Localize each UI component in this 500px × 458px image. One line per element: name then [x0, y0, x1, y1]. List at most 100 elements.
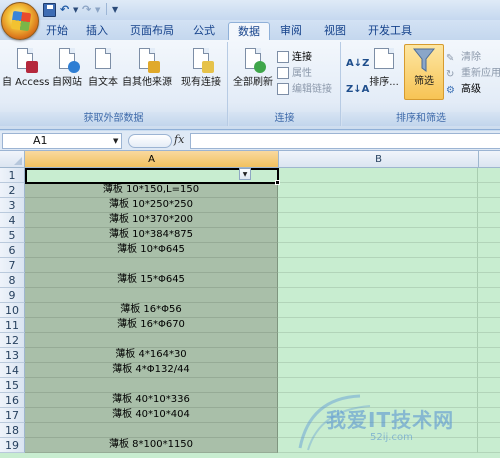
cell-c[interactable] [478, 318, 500, 333]
properties-button[interactable]: 属性 [277, 66, 312, 81]
tab-formulas[interactable]: 公式 [186, 22, 222, 40]
cell-a[interactable]: 薄板 10*250*250 [25, 198, 278, 213]
connections-button[interactable]: 连接 [277, 50, 312, 65]
cell-c[interactable] [478, 258, 500, 273]
formula-bar-expand-handle[interactable] [128, 134, 172, 148]
autofilter-dropdown-icon[interactable]: ▼ [239, 168, 251, 180]
name-box[interactable]: A1 [2, 133, 122, 149]
tab-developer[interactable]: 开发工具 [362, 22, 418, 40]
cell-b[interactable] [278, 423, 478, 438]
cell-a[interactable] [25, 378, 278, 393]
cell-b[interactable] [278, 378, 478, 393]
cell-c[interactable] [478, 438, 500, 453]
cell-a[interactable]: 薄板 4*Φ132/44 [25, 363, 278, 378]
save-icon[interactable] [43, 3, 56, 17]
cell-a[interactable]: 薄板 16*Φ670 [25, 318, 278, 333]
row-header[interactable]: 19 [0, 438, 25, 453]
tab-page-layout[interactable]: 页面布局 [124, 22, 180, 40]
cell-b[interactable] [278, 438, 478, 453]
from-access-button[interactable]: 自 Access [2, 46, 49, 89]
cell-b[interactable] [278, 228, 478, 243]
sort-button[interactable]: 排序... [366, 46, 402, 89]
tab-home[interactable]: 开始 [40, 22, 74, 40]
cell-c[interactable] [478, 378, 500, 393]
row-header[interactable]: 2 [0, 183, 25, 198]
from-other-sources-button[interactable]: 自其他来源 [122, 46, 172, 89]
row-header[interactable]: 11 [0, 318, 25, 333]
row-header[interactable]: 5 [0, 228, 25, 243]
cell-a[interactable] [25, 333, 278, 348]
cell-c[interactable] [478, 393, 500, 408]
cell-c[interactable] [478, 198, 500, 213]
edit-links-button[interactable]: 编辑链接 [277, 82, 332, 97]
cell-b[interactable] [278, 318, 478, 333]
from-web-button[interactable]: 自网站 [50, 46, 84, 89]
row-header[interactable]: 6 [0, 243, 25, 258]
cell-a[interactable] [25, 423, 278, 438]
cell-c[interactable] [478, 348, 500, 363]
redo-icon[interactable]: ↷ [82, 3, 91, 17]
cell-c[interactable] [478, 423, 500, 438]
cell-c[interactable] [478, 213, 500, 228]
insert-function-icon[interactable]: fx [174, 133, 184, 146]
cell-c[interactable] [478, 273, 500, 288]
row-header[interactable]: 7 [0, 258, 25, 273]
cell-b[interactable] [278, 288, 478, 303]
cell-b[interactable] [278, 213, 478, 228]
clear-filter-button[interactable]: ✎ 清除 [446, 50, 481, 65]
row-header[interactable]: 16 [0, 393, 25, 408]
advanced-filter-button[interactable]: ⚙ 高级 [446, 82, 481, 97]
cell-b[interactable] [278, 363, 478, 378]
tab-view[interactable]: 视图 [318, 22, 352, 40]
cell-a[interactable]: 薄板 16*Φ56 [25, 303, 278, 318]
row-header[interactable]: 17 [0, 408, 25, 423]
from-text-button[interactable]: 自文本 [86, 46, 120, 89]
undo-icon[interactable]: ↶ [60, 3, 69, 17]
row-header[interactable]: 9 [0, 288, 25, 303]
row-header[interactable]: 12 [0, 333, 25, 348]
cell-a[interactable]: 薄板 10*384*875 [25, 228, 278, 243]
cell-b[interactable] [278, 273, 478, 288]
cell-a[interactable]: 薄板 4*164*30 [25, 348, 278, 363]
formula-input[interactable] [190, 133, 500, 149]
redo-dropdown-icon[interactable]: ▼ [95, 3, 100, 17]
row-header[interactable]: 8 [0, 273, 25, 288]
cell-b[interactable] [278, 258, 478, 273]
name-box-dropdown-icon[interactable]: ▼ [113, 137, 118, 145]
cell-b[interactable] [278, 303, 478, 318]
cell-b[interactable] [278, 168, 478, 183]
row-header[interactable]: 15 [0, 378, 25, 393]
existing-connections-button[interactable]: 现有连接 [178, 46, 224, 89]
cell-b[interactable] [278, 393, 478, 408]
column-header-a[interactable]: A [25, 151, 279, 168]
cell-c[interactable] [478, 363, 500, 378]
cell-a[interactable]: 薄板 10*150,L=150 [25, 183, 278, 198]
row-header[interactable]: 3 [0, 198, 25, 213]
cell-b[interactable] [278, 183, 478, 198]
select-all-corner[interactable] [0, 151, 25, 168]
cell-a[interactable]: 薄板 40*10*336 [25, 393, 278, 408]
cell-b[interactable] [278, 348, 478, 363]
cell-a[interactable]: 薄板 15*Φ645 [25, 273, 278, 288]
undo-dropdown-icon[interactable]: ▼ [73, 3, 78, 17]
cell-b[interactable] [278, 198, 478, 213]
tab-insert[interactable]: 插入 [80, 22, 114, 40]
tab-data[interactable]: 数据 [228, 22, 270, 40]
cell-c[interactable] [478, 228, 500, 243]
refresh-all-button[interactable]: 全部刷新 [231, 46, 275, 89]
cell-c[interactable] [478, 408, 500, 423]
reapply-button[interactable]: ↻ 重新应用 [446, 66, 500, 81]
row-header[interactable]: 1 [0, 168, 25, 183]
office-button[interactable] [1, 2, 39, 40]
row-header[interactable]: 13 [0, 348, 25, 363]
cell-a[interactable]: 薄板 8*100*1150 [25, 438, 278, 453]
cell-a[interactable] [25, 288, 278, 303]
customize-quick-access-icon[interactable]: ▼ [112, 3, 118, 17]
fill-handle[interactable] [275, 180, 280, 185]
row-header[interactable]: 10 [0, 303, 25, 318]
cell-a[interactable] [25, 258, 278, 273]
cell-c[interactable] [478, 333, 500, 348]
filter-button[interactable]: 筛选 [404, 44, 444, 100]
row-header[interactable]: 4 [0, 213, 25, 228]
column-header-b[interactable]: B [279, 151, 479, 168]
